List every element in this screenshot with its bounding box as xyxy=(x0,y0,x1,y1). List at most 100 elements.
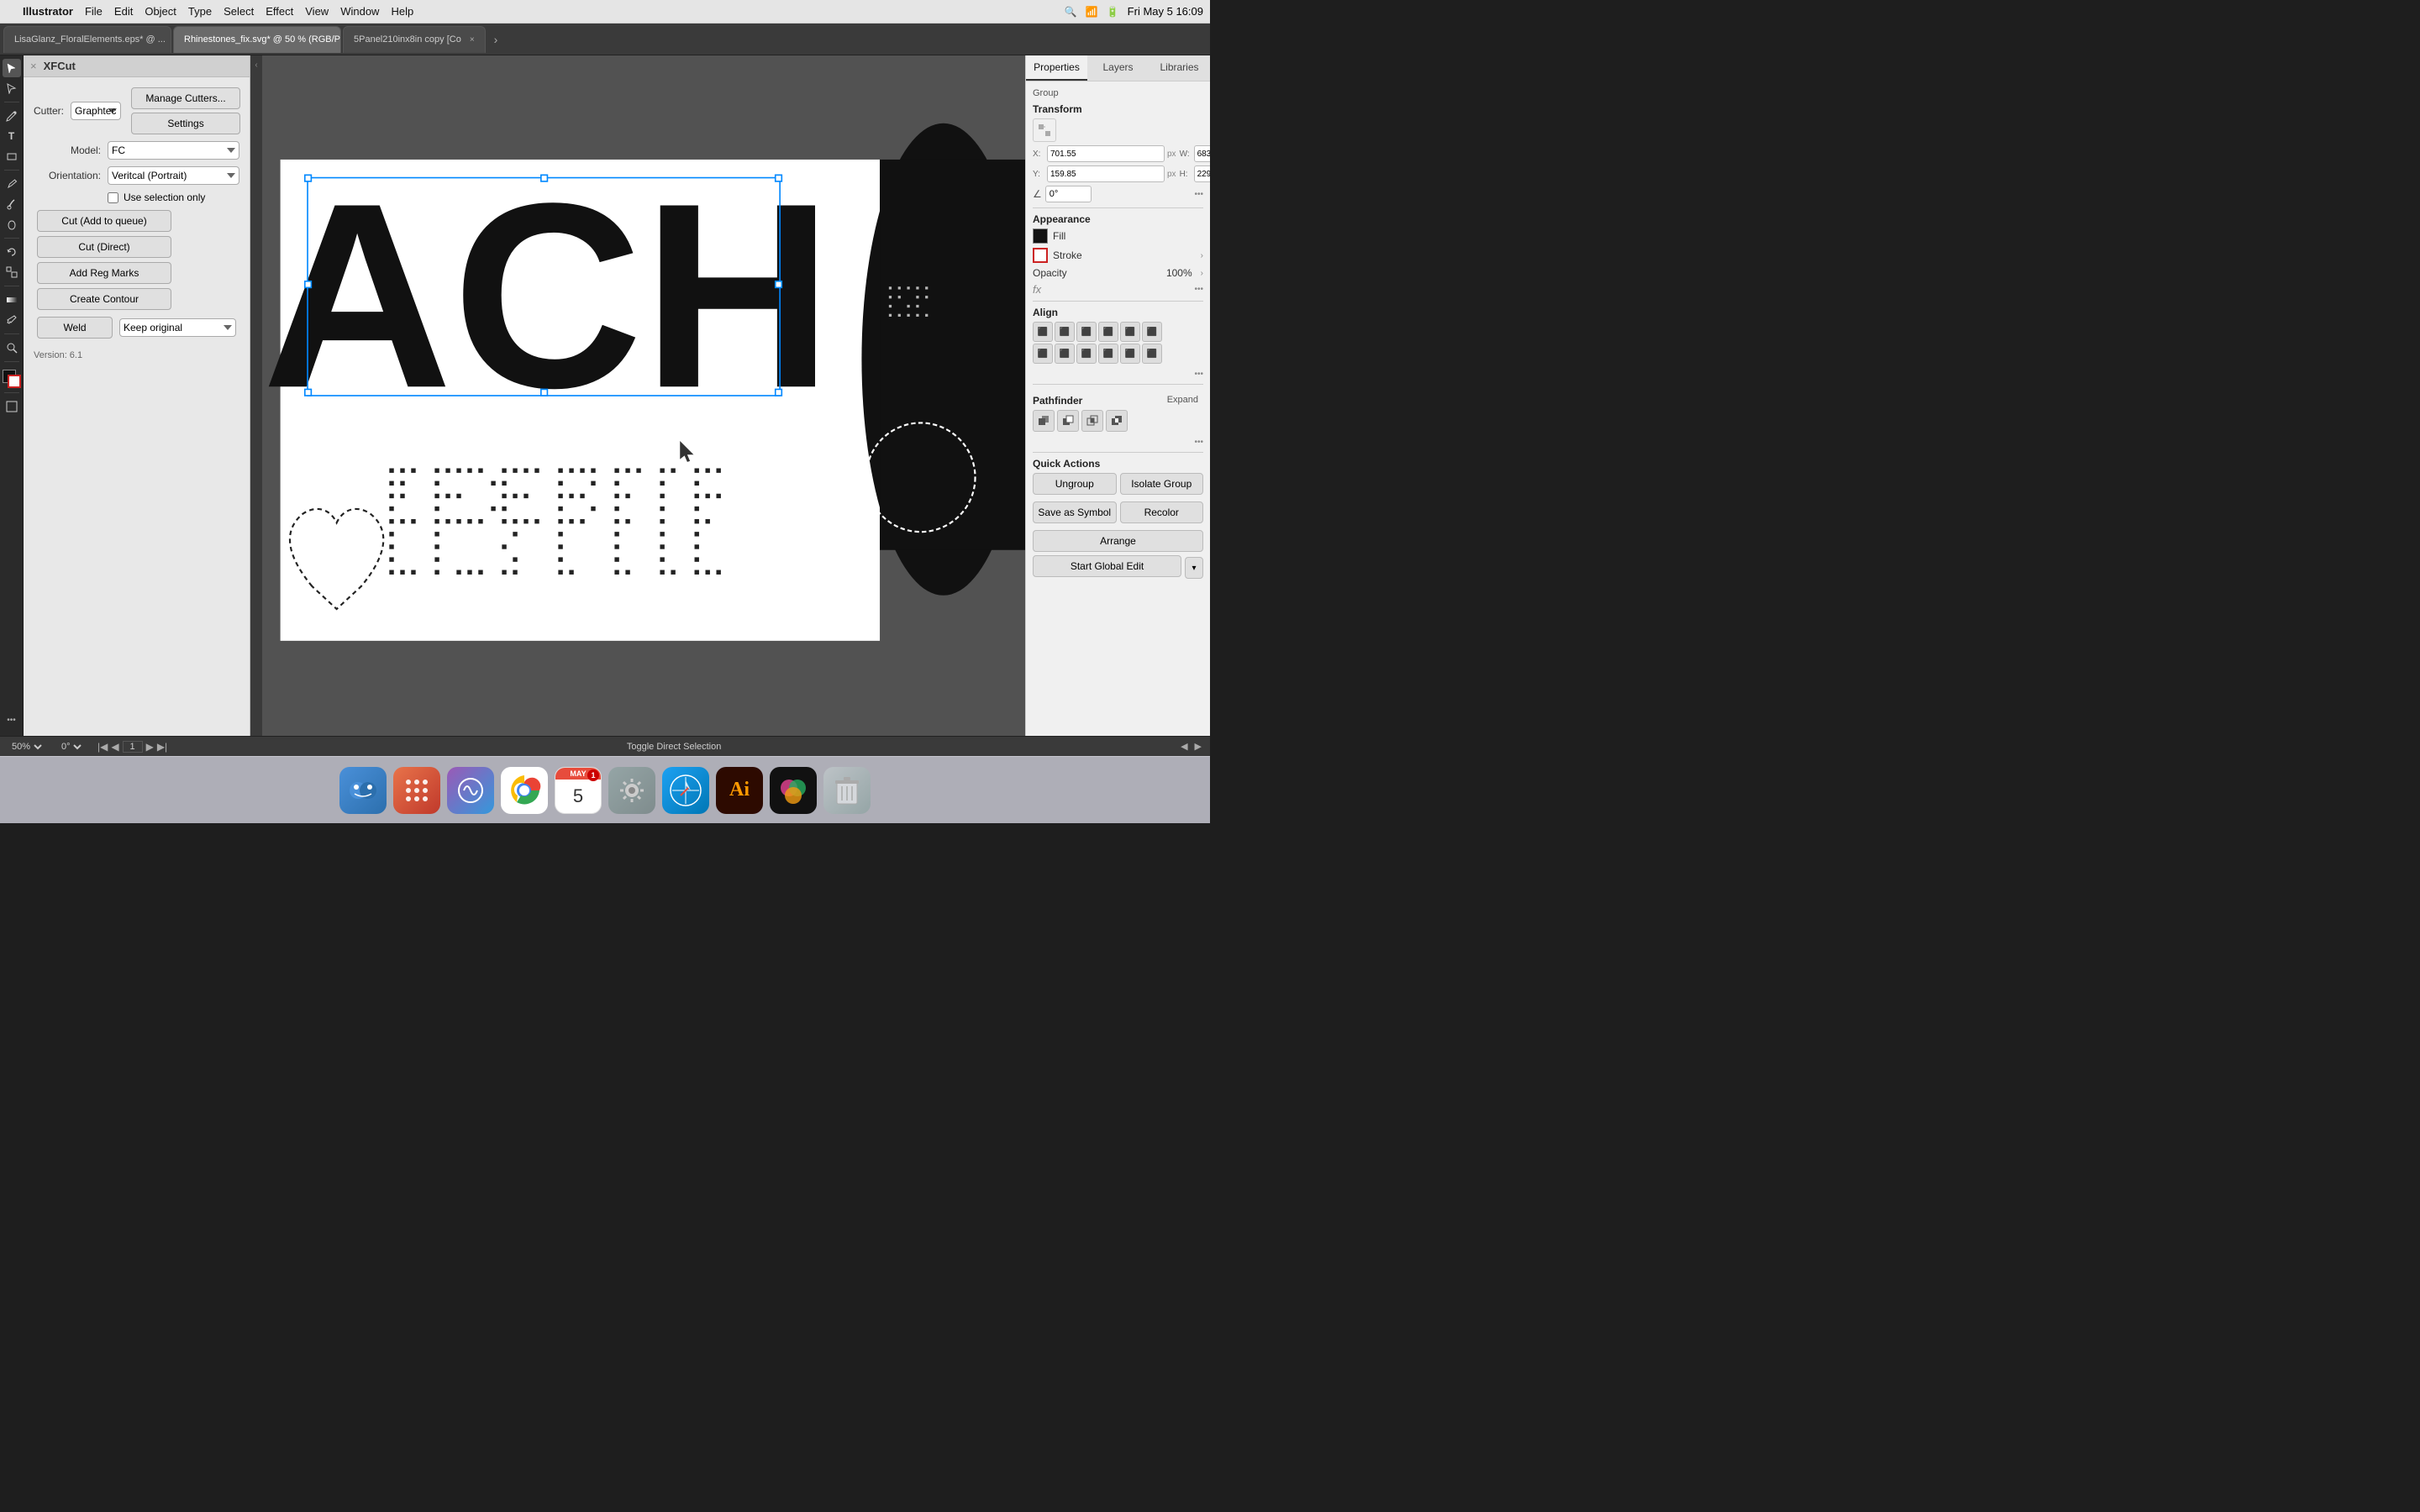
menu-select[interactable]: Select xyxy=(224,5,254,18)
tool-shape[interactable] xyxy=(3,147,21,165)
handle-tc[interactable] xyxy=(541,175,548,181)
angle-input[interactable] xyxy=(1045,186,1092,202)
menu-help[interactable]: Help xyxy=(391,5,413,18)
dock-calendar[interactable]: MAY 5 1 xyxy=(555,767,602,814)
w-input[interactable] xyxy=(1194,145,1210,162)
tab-floral[interactable]: LisaGlanz_FloralElements.eps* @ ... × xyxy=(3,26,171,53)
dock-trash[interactable] xyxy=(823,767,871,814)
app-menu-illustrator[interactable]: Illustrator xyxy=(23,5,73,18)
page-input[interactable] xyxy=(123,741,143,753)
tab-5panel-close[interactable]: × xyxy=(470,35,475,45)
weld-button[interactable]: Weld xyxy=(37,317,113,339)
dock-safari[interactable] xyxy=(662,767,709,814)
distribute-bottom[interactable]: ⬛ xyxy=(1142,344,1162,364)
model-select[interactable]: FC xyxy=(108,141,239,160)
dock-colorsync[interactable] xyxy=(770,767,817,814)
opacity-expand[interactable]: › xyxy=(1201,269,1203,278)
menu-file[interactable]: File xyxy=(85,5,103,18)
tool-type[interactable]: T xyxy=(3,127,21,145)
pf-exclude[interactable] xyxy=(1106,410,1128,432)
page-last[interactable]: ▶| xyxy=(157,741,167,753)
handle-bl[interactable] xyxy=(305,389,312,396)
tool-eyedropper[interactable] xyxy=(3,311,21,329)
handle-bc[interactable] xyxy=(541,389,548,396)
tab-libraries[interactable]: Libraries xyxy=(1149,55,1210,81)
tool-gradient[interactable] xyxy=(3,291,21,309)
align-center-v[interactable]: ⬛ xyxy=(1120,322,1140,342)
cutter-select[interactable]: Graphtec xyxy=(71,102,121,120)
tool-brush[interactable] xyxy=(3,195,21,213)
handle-tl[interactable] xyxy=(305,175,312,181)
recolor-button[interactable]: Recolor xyxy=(1120,501,1204,523)
transform-more[interactable]: ••• xyxy=(1194,190,1203,199)
tool-pen[interactable] xyxy=(3,107,21,125)
align-center-h[interactable]: ⬛ xyxy=(1055,322,1075,342)
dock-finder[interactable] xyxy=(339,767,387,814)
handle-tr[interactable] xyxy=(776,175,782,181)
tool-more[interactable]: ••• xyxy=(3,711,21,729)
x-input[interactable] xyxy=(1047,145,1165,162)
pathfinder-more[interactable]: ••• xyxy=(1194,438,1203,447)
tool-pencil[interactable] xyxy=(3,175,21,193)
tool-direct-select[interactable] xyxy=(3,79,21,97)
dock-launchpad[interactable] xyxy=(393,767,440,814)
page-next[interactable]: ▶ xyxy=(146,741,154,753)
status-view-right[interactable]: ▶ xyxy=(1195,741,1202,752)
distribute-right[interactable]: ⬛ xyxy=(1076,344,1097,364)
menu-object[interactable]: Object xyxy=(145,5,176,18)
ungroup-button[interactable]: Ungroup xyxy=(1033,473,1117,495)
handle-mr[interactable] xyxy=(776,281,782,288)
orientation-select[interactable]: Veritcal (Portrait) xyxy=(108,166,239,185)
h-input[interactable] xyxy=(1194,165,1210,182)
stroke-color-swatch[interactable] xyxy=(8,375,21,388)
pf-unite[interactable] xyxy=(1033,410,1055,432)
tab-layers[interactable]: Layers xyxy=(1087,55,1149,81)
menu-effect[interactable]: Effect xyxy=(266,5,293,18)
stroke-more[interactable]: › xyxy=(1201,251,1203,260)
add-reg-marks-button[interactable]: Add Reg Marks xyxy=(37,262,171,284)
y-input[interactable] xyxy=(1047,165,1165,182)
distribute-center-h[interactable]: ⬛ xyxy=(1055,344,1075,364)
use-selection-checkbox[interactable] xyxy=(108,192,118,203)
tool-rotate[interactable] xyxy=(3,243,21,261)
zoom-select[interactable]: 50% xyxy=(8,741,45,753)
settings-button[interactable]: Settings xyxy=(131,113,240,134)
menu-type[interactable]: Type xyxy=(188,5,212,18)
dock-system-prefs[interactable] xyxy=(608,767,655,814)
cut-direct-button[interactable]: Cut (Direct) xyxy=(37,236,171,258)
dock-illustrator[interactable]: Ai xyxy=(716,767,763,814)
isolate-group-button[interactable]: Isolate Group xyxy=(1120,473,1204,495)
pf-intersect[interactable] xyxy=(1081,410,1103,432)
handle-br[interactable] xyxy=(776,389,782,396)
distribute-center-v[interactable]: ⬛ xyxy=(1120,344,1140,364)
arrange-button[interactable]: Arrange xyxy=(1033,530,1203,552)
menu-view[interactable]: View xyxy=(305,5,329,18)
create-contour-button[interactable]: Create Contour xyxy=(37,288,171,310)
align-left-edges[interactable]: ⬛ xyxy=(1033,322,1053,342)
tool-blob-brush[interactable] xyxy=(3,215,21,234)
tab-properties[interactable]: Properties xyxy=(1026,55,1087,81)
keep-original-select[interactable]: Keep original xyxy=(119,318,236,337)
tool-zoom[interactable] xyxy=(3,339,21,357)
page-first[interactable]: |◀ xyxy=(97,741,108,753)
distribute-left[interactable]: ⬛ xyxy=(1033,344,1053,364)
fill-swatch[interactable] xyxy=(1033,228,1048,244)
tab-rhinestones[interactable]: Rhinestones_fix.svg* @ 50 % (RGB/Preview… xyxy=(173,26,341,53)
tool-select[interactable] xyxy=(3,59,21,77)
handle-ml[interactable] xyxy=(305,281,312,288)
align-bottom-edges[interactable]: ⬛ xyxy=(1142,322,1162,342)
menu-window[interactable]: Window xyxy=(340,5,379,18)
manage-cutters-button[interactable]: Manage Cutters... xyxy=(131,87,240,109)
pathfinder-expand-btn[interactable]: Expand xyxy=(1162,393,1203,407)
fx-icon[interactable]: fx xyxy=(1033,283,1041,296)
cut-add-queue-button[interactable]: Cut (Add to queue) xyxy=(37,210,171,232)
align-top-edges[interactable]: ⬛ xyxy=(1098,322,1118,342)
dock-siri[interactable] xyxy=(447,767,494,814)
tool-scale[interactable] xyxy=(3,263,21,281)
transform-icon[interactable] xyxy=(1033,118,1056,142)
page-prev[interactable]: ◀ xyxy=(111,741,118,753)
save-as-symbol-button[interactable]: Save as Symbol xyxy=(1033,501,1117,523)
start-global-edit-button[interactable]: Start Global Edit xyxy=(1033,555,1181,577)
align-more[interactable]: ••• xyxy=(1194,370,1203,379)
panel-collapse-bar[interactable]: ‹ xyxy=(250,55,262,736)
